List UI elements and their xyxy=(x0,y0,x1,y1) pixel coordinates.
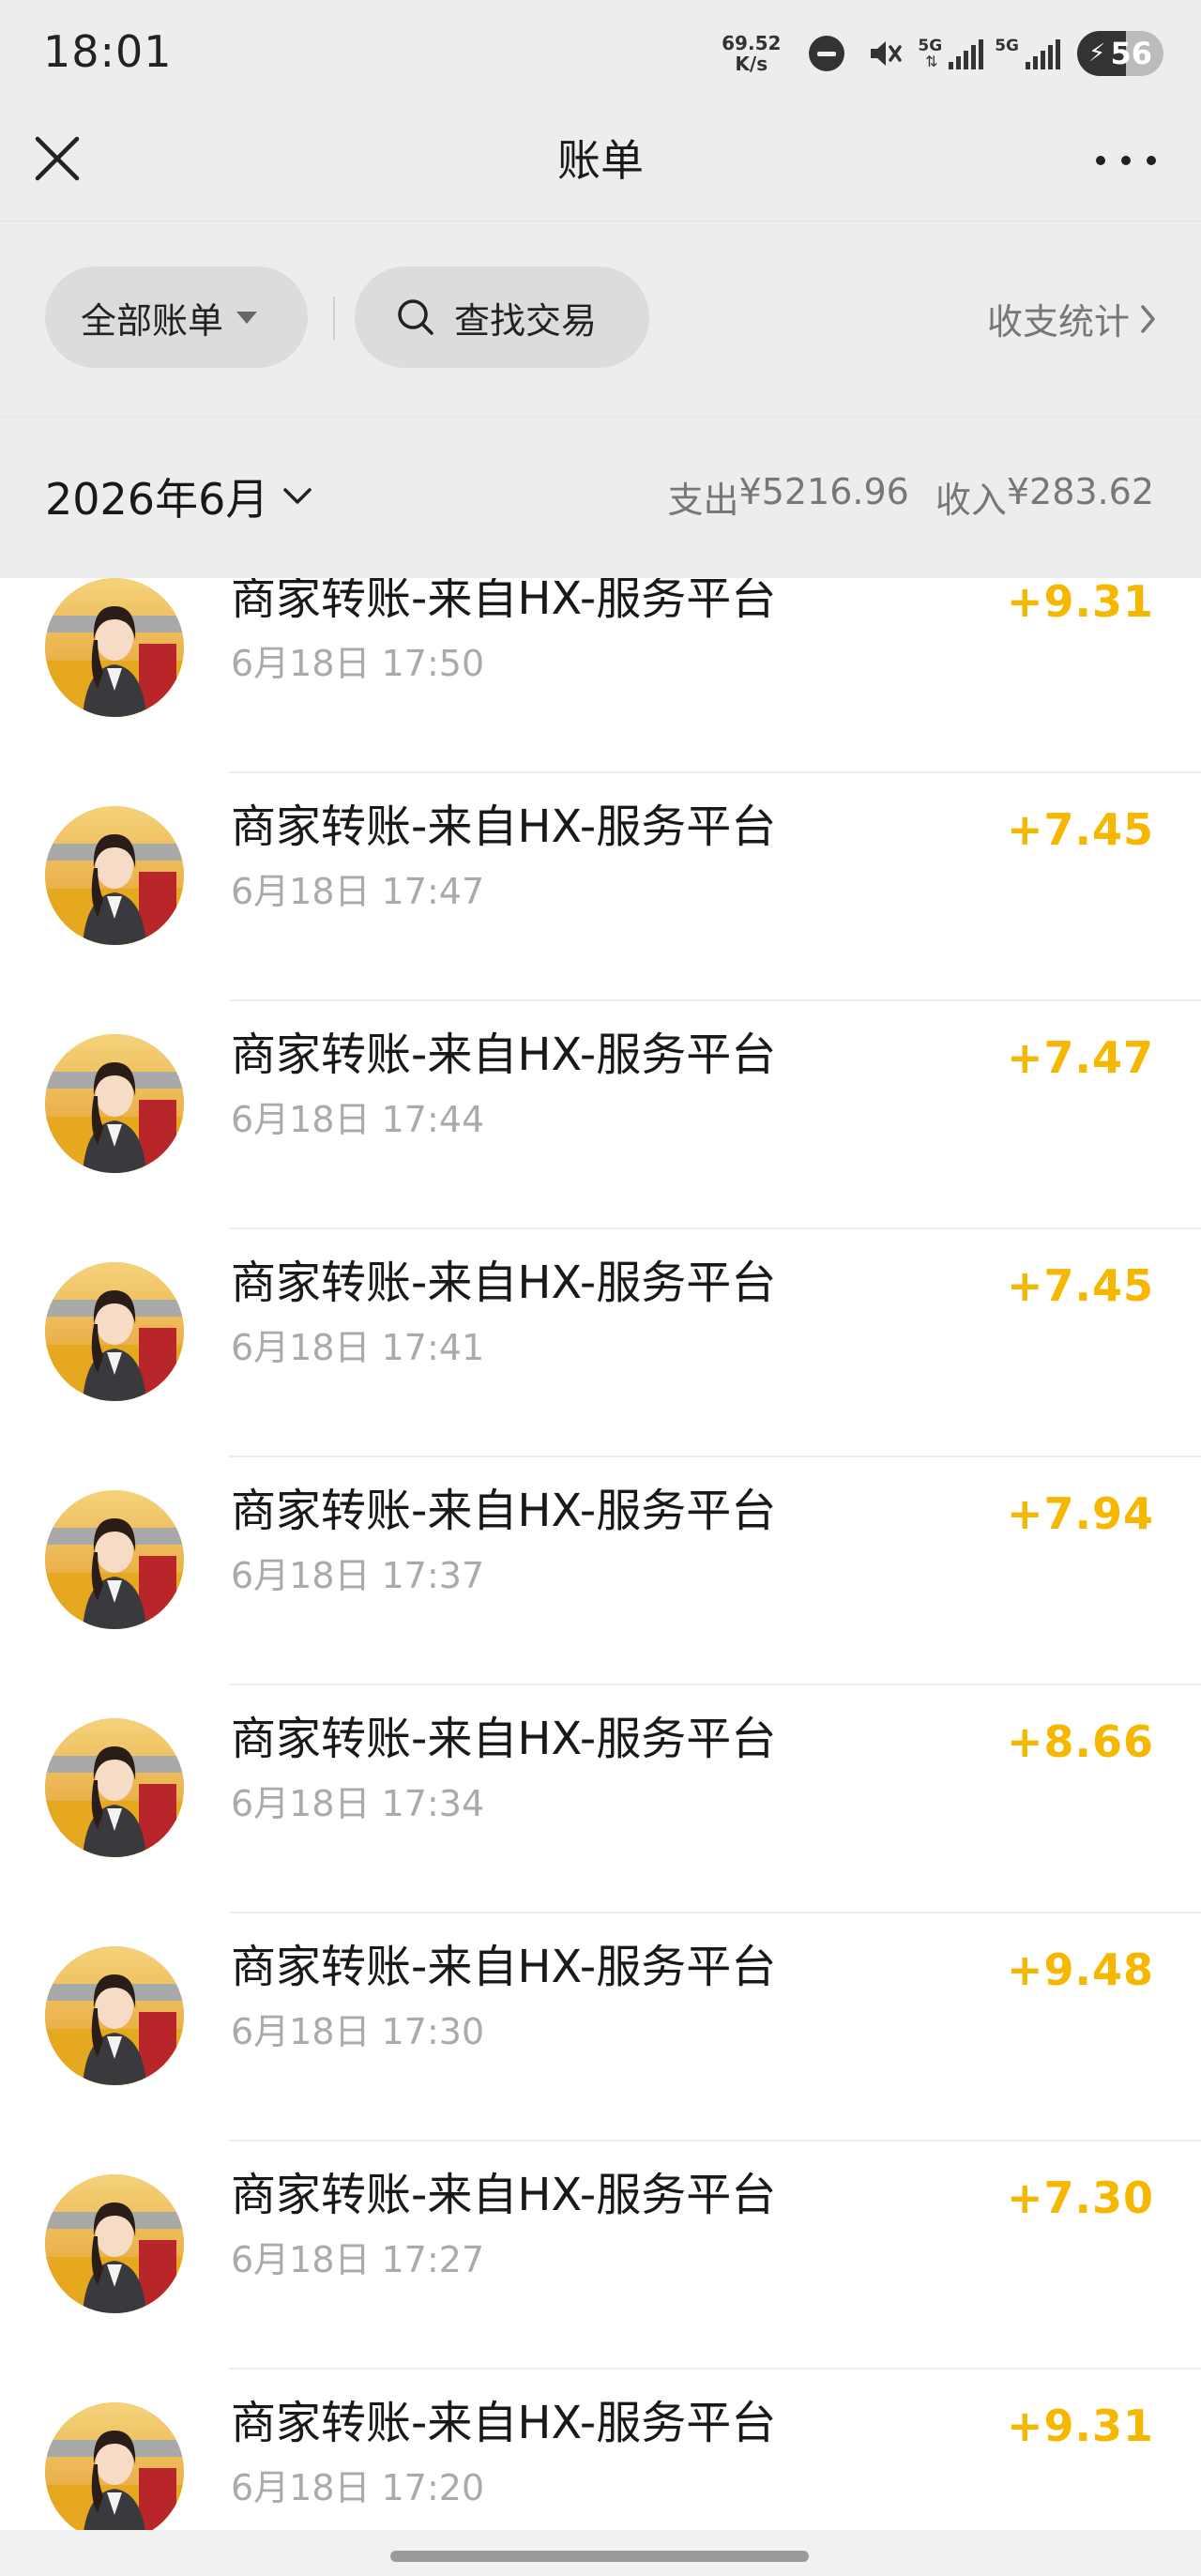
do-not-disturb-icon xyxy=(809,36,845,71)
transaction-amount: +7.47 xyxy=(1006,1032,1154,1083)
transaction-row[interactable]: 商家转账-来自HX-服务平台 6月18日 17:41 +7.45 xyxy=(0,1228,1201,1457)
transaction-amount: +9.48 xyxy=(1006,1944,1154,1995)
transaction-time: 6月18日 17:44 xyxy=(231,1099,485,1140)
caret-down-icon xyxy=(236,311,258,324)
transaction-time: 6月18日 17:47 xyxy=(231,871,485,912)
expense-label: 支出 xyxy=(667,480,739,521)
transaction-list: 商家转账-来自HX-服务平台 6月18日 17:50 +9.31 商家转账-来自HX… xyxy=(0,578,1201,2530)
merchant-avatar xyxy=(45,1262,184,1401)
transaction-title: 商家转账-来自HX-服务平台 xyxy=(231,800,777,853)
merchant-avatar-image xyxy=(45,578,184,717)
month-header: 2026年6月 支出 ¥5216.96 收入 ¥283.62 xyxy=(0,416,1201,578)
income-label: 收入 xyxy=(935,480,1007,521)
merchant-avatar-image xyxy=(45,1946,184,2085)
merchant-avatar xyxy=(45,1034,184,1173)
network-speed-value: 69.52 xyxy=(722,32,782,54)
nav-bar: 账单 xyxy=(0,105,1201,221)
status-bar: 18:01 69.52 K/s 5G ⇅ 5G ⇅ xyxy=(0,0,1201,105)
transaction-row[interactable]: 商家转账-来自HX-服务平台 6月18日 17:27 +7.30 xyxy=(0,2141,1201,2370)
search-icon xyxy=(398,299,433,335)
merchant-avatar-image xyxy=(45,1262,184,1401)
all-bills-label: 全部账单 xyxy=(81,299,224,342)
transaction-title: 商家转账-来自HX-服务平台 xyxy=(231,1485,777,1537)
transaction-row[interactable]: 商家转账-来自HX-服务平台 6月18日 17:50 +9.31 xyxy=(0,578,1201,773)
signal-icon xyxy=(949,39,984,69)
transaction-amount: +7.94 xyxy=(1006,1488,1154,1539)
status-icons: 69.52 K/s 5G ⇅ 5G ⇅ xyxy=(722,28,1163,79)
home-indicator-bar xyxy=(0,2530,1201,2576)
merchant-avatar xyxy=(45,578,184,717)
transaction-time: 6月18日 17:30 xyxy=(231,2011,485,2052)
transaction-time: 6月18日 17:34 xyxy=(231,1783,485,1824)
transaction-row[interactable]: 商家转账-来自HX-服务平台 6月18日 17:37 +7.94 xyxy=(0,1456,1201,1685)
search-label: 查找交易 xyxy=(454,299,598,342)
transaction-row[interactable]: 商家转账-来自HX-服务平台 6月18日 17:34 +8.66 xyxy=(0,1684,1201,1913)
merchant-avatar xyxy=(45,1946,184,2085)
divider xyxy=(333,297,335,340)
filter-bar: 全部账单 查找交易 收支统计 xyxy=(0,221,1201,416)
all-bills-dropdown[interactable]: 全部账单 xyxy=(45,267,308,368)
transaction-title: 商家转账-来自HX-服务平台 xyxy=(231,1713,777,1765)
transaction-title: 商家转账-来自HX-服务平台 xyxy=(231,1941,777,1993)
transaction-row[interactable]: 商家转账-来自HX-服务平台 6月18日 17:47 +7.45 xyxy=(0,772,1201,1001)
search-transactions-button[interactable]: 查找交易 xyxy=(355,267,649,368)
battery-level: 56 xyxy=(1110,36,1152,71)
charging-icon: ⚡ xyxy=(1088,39,1106,68)
transaction-amount: +7.30 xyxy=(1006,2172,1154,2223)
transaction-amount: +7.45 xyxy=(1006,804,1154,855)
page-title: 账单 xyxy=(557,135,644,186)
signal-sim1: 5G ⇅ xyxy=(918,38,984,70)
signal-sim2: 5G ⇅ xyxy=(995,38,1060,69)
transaction-title: 商家转账-来自HX-服务平台 xyxy=(231,2397,777,2449)
merchant-avatar xyxy=(45,1490,184,1629)
merchant-avatar-image xyxy=(45,1718,184,1857)
transaction-title: 商家转账-来自HX-服务平台 xyxy=(231,578,777,625)
transaction-title: 商家转账-来自HX-服务平台 xyxy=(231,1257,777,1309)
network-speed-unit: K/s xyxy=(735,53,768,75)
merchant-avatar-image xyxy=(45,2402,184,2530)
transaction-title: 商家转账-来自HX-服务平台 xyxy=(231,1029,777,1081)
month-summary: 支出 ¥5216.96 收入 ¥283.62 xyxy=(668,471,1155,523)
merchant-avatar xyxy=(45,2174,184,2313)
transaction-title: 商家转账-来自HX-服务平台 xyxy=(231,2169,777,2221)
chevron-down-icon xyxy=(283,488,312,504)
transaction-row[interactable]: 商家转账-来自HX-服务平台 6月18日 17:30 +9.48 xyxy=(0,1913,1201,2142)
transaction-time: 6月18日 17:37 xyxy=(231,1555,485,1596)
battery-indicator: ⚡ 56 xyxy=(1077,31,1163,76)
mute-icon xyxy=(871,41,903,66)
transaction-amount: +8.66 xyxy=(1006,1716,1154,1767)
merchant-avatar-image xyxy=(45,1490,184,1629)
transaction-time: 6月18日 17:50 xyxy=(231,643,485,684)
network-speed: 69.52 K/s xyxy=(722,33,781,74)
dot-icon xyxy=(1121,156,1131,165)
merchant-avatar-image xyxy=(45,2174,184,2313)
transaction-row[interactable]: 商家转账-来自HX-服务平台 6月18日 17:44 +7.47 xyxy=(0,1000,1201,1229)
chevron-right-icon xyxy=(1141,304,1155,333)
expense-value: ¥5216.96 xyxy=(738,471,909,512)
home-indicator-handle[interactable] xyxy=(390,2551,809,2562)
transaction-amount: +9.31 xyxy=(1006,578,1154,627)
transaction-amount: +7.45 xyxy=(1006,1260,1154,1311)
data-arrows-icon: ⇅ xyxy=(925,53,938,70)
merchant-avatar xyxy=(45,1718,184,1857)
merchant-avatar-image xyxy=(45,1034,184,1173)
dot-icon xyxy=(1147,156,1156,165)
transaction-time: 6月18日 17:27 xyxy=(231,2239,485,2280)
month-selector[interactable]: 2026年6月 xyxy=(45,465,313,527)
transaction-row[interactable]: 商家转账-来自HX-服务平台 6月18日 17:20 +9.31 xyxy=(0,2369,1201,2530)
transaction-time: 6月18日 17:20 xyxy=(231,2467,485,2508)
income-expense-stats-link[interactable]: 收支统计 xyxy=(987,293,1158,344)
stats-label: 收支统计 xyxy=(986,301,1130,343)
transaction-time: 6月18日 17:41 xyxy=(231,1327,485,1368)
merchant-avatar-image xyxy=(45,806,184,945)
transaction-amount: +9.31 xyxy=(1006,2401,1154,2451)
signal-icon xyxy=(1026,39,1060,69)
merchant-avatar xyxy=(45,2402,184,2530)
month-label: 2026年6月 xyxy=(45,474,269,525)
merchant-avatar xyxy=(45,806,184,945)
more-options-button[interactable] xyxy=(1096,137,1156,184)
income-value: ¥283.62 xyxy=(1006,471,1154,512)
dot-icon xyxy=(1096,156,1105,165)
status-time: 18:01 xyxy=(43,26,173,77)
